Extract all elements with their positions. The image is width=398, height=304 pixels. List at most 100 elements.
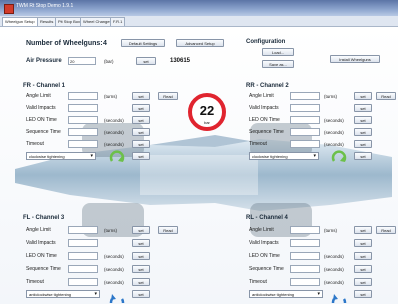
channel-3-seq-set[interactable]: set [132, 265, 150, 273]
channel-4-direction-select[interactable]: anticlockwise tightening [249, 290, 323, 298]
channel-1-seq-unit: (seconds) [104, 130, 124, 135]
channel-1-seq-input[interactable] [68, 128, 98, 136]
channel-2-read-button[interactable]: Read [376, 92, 396, 100]
channel-4-seq-unit: (seconds) [324, 267, 344, 272]
channel-4-led-input[interactable] [290, 252, 320, 260]
channel-3-seq-input[interactable] [68, 265, 98, 273]
default-settings-button[interactable]: Default Settings [121, 39, 165, 47]
channel-1-impacts-set[interactable]: set [132, 104, 150, 112]
channel-3-timeout-set[interactable]: set [132, 278, 150, 286]
wheelguns-value: 4 [103, 40, 107, 47]
channel-1-timeout-set[interactable]: set [132, 140, 150, 148]
channel-2-clockwise-icon [331, 150, 347, 162]
channel-4-timeout-unit: (seconds) [324, 280, 344, 285]
channel-1-angle-set[interactable]: set [132, 92, 150, 100]
channel-2-led-input[interactable] [290, 116, 320, 124]
channel-2-angle-input[interactable] [290, 92, 320, 100]
channel-2-timeout-set[interactable]: set [354, 140, 372, 148]
configuration-title: Configuration [246, 39, 286, 45]
channel-2-direction-set[interactable]: set [354, 152, 372, 160]
channel-2-impacts-label: Valid Impacts [249, 105, 279, 111]
channel-1-led-input[interactable] [68, 116, 98, 124]
tab-wheelgun-setup[interactable]: Wheelgun Setup [2, 17, 38, 26]
race-car-image [15, 123, 392, 237]
channel-1-timeout-label: Timeout [26, 141, 44, 147]
channel-1-timeout-input[interactable] [68, 140, 98, 148]
channel-4-impacts-set[interactable]: set [354, 239, 372, 247]
tab-fr1[interactable]: F.R.1 [110, 17, 126, 26]
channel-3-led-input[interactable] [68, 252, 98, 260]
channel-2-seq-unit: (seconds) [324, 130, 344, 135]
channel-1-angle-input[interactable] [68, 92, 98, 100]
setup-panel: Number of Wheelguns: 4 Default Settings … [0, 27, 398, 304]
tab-bar: Wheelgun Setup Results Pit Stop Box Whee… [0, 16, 398, 27]
channel-2-led-label: LED ON Time [249, 117, 280, 123]
channel-4-title: RL - Channel 4 [246, 215, 288, 221]
channel-4-impacts-input[interactable] [290, 239, 320, 247]
channel-1-angle-unit: (turns) [104, 94, 118, 99]
channel-2-impacts-set[interactable]: set [354, 104, 372, 112]
channel-3-impacts-input[interactable] [68, 239, 98, 247]
channel-3-title: FL - Channel 3 [23, 215, 65, 221]
channel-4-read-button[interactable]: Read [376, 226, 396, 234]
channel-3-led-set[interactable]: set [132, 252, 150, 260]
channel-4-timeout-label: Timeout [249, 279, 267, 285]
channel-1-angle-label: Angle Limit [26, 93, 51, 99]
tab-pit-stop-box[interactable]: Pit Stop Box [55, 17, 84, 26]
channel-1-impacts-label: Valid Impacts [26, 105, 56, 111]
channel-3-timeout-label: Timeout [26, 279, 44, 285]
advanced-setup-button[interactable]: Advanced Setup [176, 39, 224, 47]
pressure-badge: 22 bar [188, 93, 226, 131]
channel-3-angle-set[interactable]: set [132, 226, 150, 234]
channel-1-seq-label: Sequence Time [26, 129, 61, 135]
channel-3-seq-label: Sequence Time [26, 266, 61, 272]
channel-1-direction-set[interactable]: set [132, 152, 150, 160]
channel-3-led-unit: (seconds) [104, 254, 124, 259]
channel-4-timeout-set[interactable]: set [354, 278, 372, 286]
channel-4-seq-set[interactable]: set [354, 265, 372, 273]
channel-3-timeout-unit: (seconds) [104, 280, 124, 285]
channel-2-timeout-label: Timeout [249, 141, 267, 147]
channel-4-angle-set[interactable]: set [354, 226, 372, 234]
title-bar: TWM Rt Stop Demo 1.9.1 [0, 0, 398, 16]
channel-3-direction-select[interactable]: anticlockwise tightening [26, 290, 100, 298]
channel-1-direction-select[interactable]: clockwise tightening [26, 152, 96, 160]
channel-2-seq-set[interactable]: set [354, 128, 372, 136]
channel-3-read-button[interactable]: Read [158, 226, 178, 234]
air-pressure-set-button[interactable]: set [136, 57, 156, 65]
channel-1-led-set[interactable]: set [132, 116, 150, 124]
load-button[interactable]: Load... [262, 48, 294, 56]
channel-3-angle-input[interactable] [68, 226, 98, 234]
channel-1-impacts-input[interactable] [68, 104, 98, 112]
channel-1-timeout-unit: (seconds) [104, 142, 124, 147]
channel-3-seq-unit: (seconds) [104, 267, 124, 272]
install-wheelguns-button[interactable]: Install Wheelguns [330, 55, 380, 63]
channel-2-angle-set[interactable]: set [354, 92, 372, 100]
tab-results[interactable]: Results [37, 17, 57, 26]
channel-1-read-button[interactable]: Read [158, 92, 178, 100]
air-pressure-unit: (bar) [104, 59, 114, 64]
channel-3-direction-set[interactable]: set [132, 290, 150, 298]
channel-4-angle-unit: (turns) [324, 228, 338, 233]
channel-4-angle-input[interactable] [290, 226, 320, 234]
channel-2-angle-label: Angle Limit [249, 93, 274, 99]
channel-4-direction-set[interactable]: set [354, 290, 372, 298]
channel-4-timeout-input[interactable] [290, 278, 320, 286]
channel-3-impacts-set[interactable]: set [132, 239, 150, 247]
channel-2-seq-input[interactable] [290, 128, 320, 136]
channel-2-impacts-input[interactable] [290, 104, 320, 112]
air-pressure-input[interactable]: 20 [68, 57, 96, 65]
channel-4-led-set[interactable]: set [354, 252, 372, 260]
channel-4-seq-input[interactable] [290, 265, 320, 273]
channel-2-led-set[interactable]: set [354, 116, 372, 124]
channel-3-impacts-label: Valid Impacts [26, 240, 56, 246]
channel-4-led-label: LED ON Time [249, 253, 280, 259]
channel-3-timeout-input[interactable] [68, 278, 98, 286]
pressure-badge-value: 22 [199, 103, 215, 118]
channel-2-timeout-input[interactable] [290, 140, 320, 148]
channel-1-seq-set[interactable]: set [132, 128, 150, 136]
save-as-button[interactable]: Save as... [262, 60, 294, 68]
channel-2-direction-select[interactable]: clockwise tightening [249, 152, 319, 160]
channel-2-seq-label: Sequence Time [249, 129, 284, 135]
air-pressure-label: Air Pressure [26, 58, 62, 64]
